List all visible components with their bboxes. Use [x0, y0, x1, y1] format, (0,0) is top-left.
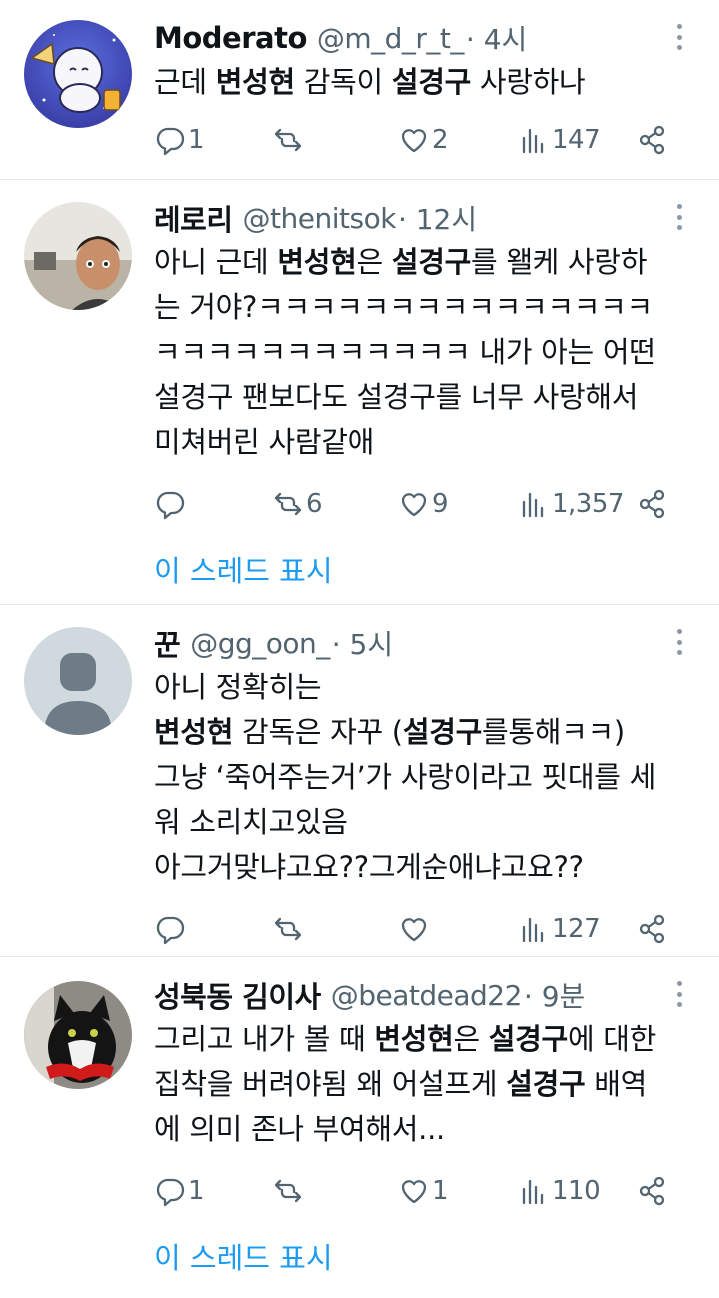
view-count: 110 — [552, 1176, 601, 1206]
retweet-button[interactable] — [272, 913, 306, 945]
like-button[interactable]: 9 — [398, 488, 449, 520]
retweet-icon — [274, 917, 302, 941]
reply-count: 1 — [188, 125, 205, 155]
more-icon[interactable] — [669, 977, 689, 1011]
reply-count: 1 — [188, 1176, 205, 1206]
tweet-text: 아니 근데 변성현은 설경구를 왤케 사랑하 는 거야?ㅋㅋㅋㅋㅋㅋㅋㅋㅋㅋㅋㅋㅋ… — [154, 245, 656, 459]
reply-icon — [156, 1178, 185, 1207]
share-icon — [639, 1176, 665, 1206]
action-bar: 1 1 110 — [154, 1166, 697, 1216]
user-handle[interactable]: @m_d_r_t_ — [317, 22, 465, 55]
timestamp[interactable]: · 4시 — [466, 18, 527, 58]
retweet-button[interactable] — [272, 124, 306, 156]
like-button[interactable]: 1 — [398, 1175, 449, 1207]
reply-button[interactable]: 1 — [154, 1175, 205, 1207]
tweet[interactable]: 성북동 김이사 @beatdead22 · 9분 그리고 내가 볼 때 변성현은… — [0, 957, 719, 1297]
like-count: 2 — [432, 125, 449, 155]
like-count: 1 — [432, 1176, 449, 1206]
share-button[interactable] — [636, 488, 668, 520]
analytics-icon — [522, 1179, 544, 1205]
tweet-text: 그리고 내가 볼 때 변성현은 설경구에 대한 집착을 버려야됨 왜 어설프게 설… — [154, 1022, 656, 1146]
user-handle[interactable]: @gg_oon_ — [190, 627, 330, 660]
tweet-header: 성북동 김이사 @beatdead22 · 9분 — [154, 975, 697, 1015]
tweet[interactable]: Moderato @m_d_r_t_ · 4시 근데 변성현 감독이 설경구 사… — [0, 0, 719, 180]
analytics-icon — [522, 128, 544, 154]
retweet-button[interactable] — [272, 1175, 306, 1207]
views-button[interactable]: 110 — [518, 1175, 601, 1207]
tweet-text: 아니 정확히는 변성현 감독은 자꾸 (설경구를통해ㅋㅋ) 그냥 ‘죽어주는거’가 … — [154, 670, 656, 884]
action-bar: 1 2 147 — [154, 115, 697, 165]
timestamp[interactable]: · 12시 — [398, 198, 477, 238]
heart-icon — [401, 129, 427, 153]
share-button[interactable] — [636, 124, 668, 156]
timestamp[interactable]: · 9분 — [524, 975, 585, 1015]
more-icon[interactable] — [669, 20, 689, 54]
retweet-icon — [274, 128, 302, 152]
more-icon[interactable] — [669, 625, 689, 659]
avatar-cat[interactable] — [24, 981, 132, 1089]
action-bar: 127 — [154, 904, 697, 954]
view-count: 1,357 — [552, 489, 624, 519]
retweet-button[interactable]: 6 — [272, 488, 323, 520]
like-button[interactable] — [398, 913, 432, 945]
analytics-icon — [522, 492, 544, 518]
tweet[interactable]: 레로리 @thenitsok · 12시 아니 근데 변성현은 설경구를 왤케 … — [0, 180, 719, 605]
display-name[interactable]: Moderato — [154, 21, 307, 55]
avatar-moderato[interactable] — [24, 20, 132, 128]
retweet-count: 6 — [306, 489, 323, 519]
share-button[interactable] — [636, 913, 668, 945]
user-handle[interactable]: @beatdead22 — [331, 979, 523, 1012]
user-handle[interactable]: @thenitsok — [243, 202, 397, 235]
reply-button[interactable] — [154, 913, 188, 945]
reply-icon — [156, 491, 185, 520]
heart-icon — [401, 918, 427, 942]
avatar-rerori[interactable] — [24, 202, 132, 310]
reply-button[interactable] — [154, 488, 188, 520]
reply-icon — [156, 916, 185, 945]
share-icon — [639, 914, 665, 944]
reply-button[interactable]: 1 — [154, 124, 205, 156]
reply-icon — [156, 127, 185, 156]
timeline: Moderato @m_d_r_t_ · 4시 근데 변성현 감독이 설경구 사… — [0, 0, 719, 1297]
tweet-text: 근데 변성현 감독이 설경구 사랑하나 — [154, 65, 586, 99]
views-button[interactable]: 147 — [518, 124, 601, 156]
view-count: 147 — [552, 125, 601, 155]
display-name[interactable]: 성북동 김이사 — [154, 974, 321, 1016]
like-button[interactable]: 2 — [398, 124, 449, 156]
show-thread-link[interactable]: 이 스레드 표시 — [154, 1228, 333, 1288]
retweet-icon — [274, 1179, 302, 1203]
view-count: 127 — [552, 914, 601, 944]
like-count: 9 — [432, 489, 449, 519]
more-icon[interactable] — [669, 200, 689, 234]
avatar-default[interactable] — [24, 627, 132, 735]
heart-icon — [401, 493, 427, 517]
display-name[interactable]: 레로리 — [154, 197, 233, 239]
share-icon — [639, 125, 665, 155]
show-thread-link[interactable]: 이 스레드 표시 — [154, 541, 333, 601]
display-name[interactable]: 꾼 — [154, 622, 181, 664]
action-bar: 6 9 1,357 — [154, 479, 697, 529]
heart-icon — [401, 1180, 427, 1204]
timestamp[interactable]: · 5시 — [332, 623, 393, 663]
share-icon — [639, 489, 665, 519]
tweet-header: 레로리 @thenitsok · 12시 — [154, 198, 697, 238]
tweet-header: 꾼 @gg_oon_ · 5시 — [154, 623, 697, 663]
views-button[interactable]: 127 — [518, 913, 601, 945]
tweet-header: Moderato @m_d_r_t_ · 4시 — [154, 18, 697, 58]
share-button[interactable] — [636, 1175, 668, 1207]
analytics-icon — [522, 917, 544, 943]
views-button[interactable]: 1,357 — [518, 488, 624, 520]
retweet-icon — [274, 492, 302, 516]
tweet[interactable]: 꾼 @gg_oon_ · 5시 아니 정확히는 변성현 감독은 자꾸 (설경구를통… — [0, 605, 719, 957]
